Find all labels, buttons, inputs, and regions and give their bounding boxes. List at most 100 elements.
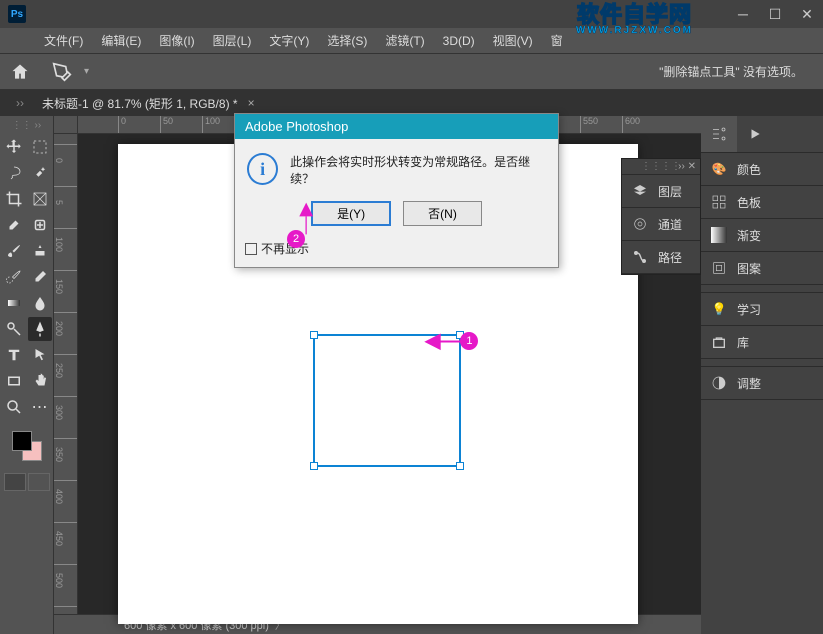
annotation-1: ◀— 1: [425, 328, 478, 353]
arrow-icon: ◀—: [425, 328, 460, 353]
panel-patterns[interactable]: 图案: [701, 252, 823, 285]
rectangle-tool[interactable]: [2, 369, 26, 393]
document-tab[interactable]: 未标题-1 @ 81.7% (矩形 1, RGB/8) *: [34, 91, 246, 116]
transform-handle[interactable]: [310, 331, 318, 339]
flyout-paths[interactable]: 路径: [622, 241, 700, 274]
flyout-grip-icon[interactable]: ⋮⋮⋮⋮›› ✕: [622, 159, 700, 175]
zoom-tool[interactable]: [2, 395, 26, 419]
panel-label: 色板: [737, 194, 761, 211]
edit-toolbar[interactable]: ⋯: [28, 395, 52, 419]
dialog-message: 此操作会将实时形状转变为常规路径。是否继续？: [290, 153, 546, 187]
history-brush-tool[interactable]: [2, 265, 26, 289]
panel-label: 图层: [658, 183, 682, 200]
menu-edit[interactable]: 编辑(E): [93, 30, 149, 51]
panel-gradients[interactable]: 渐变: [701, 219, 823, 252]
ps-logo: Ps: [8, 5, 26, 23]
panel-learn[interactable]: 💡学习: [701, 293, 823, 326]
screenmode-btn[interactable]: [28, 473, 50, 491]
panel-label: 渐变: [737, 227, 761, 244]
ruler-corner[interactable]: [54, 116, 78, 134]
tab-close-icon[interactable]: ×: [248, 96, 255, 110]
panel-libraries[interactable]: 库: [701, 326, 823, 359]
dont-show-checkbox[interactable]: [245, 243, 257, 255]
path-select-tool[interactable]: [28, 343, 52, 367]
home-icon[interactable]: [10, 62, 30, 82]
eyedropper-tool[interactable]: [2, 213, 26, 237]
transform-handle[interactable]: [456, 462, 464, 470]
menu-type[interactable]: 文字(Y): [261, 30, 317, 51]
flyout-layers[interactable]: 图层: [622, 175, 700, 208]
eraser-tool[interactable]: [28, 265, 52, 289]
menu-view[interactable]: 视图(V): [485, 30, 541, 51]
no-button[interactable]: 否(N): [403, 201, 482, 226]
menu-image[interactable]: 图像(I): [151, 30, 202, 51]
magic-wand-tool[interactable]: [28, 161, 52, 185]
flyout-channels[interactable]: 通道: [622, 208, 700, 241]
foreground-color[interactable]: [12, 431, 32, 451]
panel-flyout: ⋮⋮⋮⋮›› ✕ 图层 通道 路径: [621, 158, 701, 275]
frame-tool[interactable]: [28, 187, 52, 211]
pen-preset-icon[interactable]: [50, 62, 74, 82]
clone-stamp-tool[interactable]: [28, 239, 52, 263]
minimize-button[interactable]: ─: [727, 0, 759, 28]
panel-label: 路径: [658, 249, 682, 266]
watermark-url: WWW.RJZXW.COM: [576, 26, 693, 36]
menu-select[interactable]: 选择(S): [319, 30, 375, 51]
rectangle-shape[interactable]: [313, 334, 461, 467]
gradient-tool[interactable]: [2, 291, 26, 315]
confirm-dialog: Adobe Photoshop i 此操作会将实时形状转变为常规路径。是否继续？…: [234, 113, 559, 268]
maximize-button[interactable]: ☐: [759, 0, 791, 28]
panel-label: 学习: [737, 301, 761, 318]
brush-tool[interactable]: [2, 239, 26, 263]
menu-3d[interactable]: 3D(D): [435, 32, 483, 50]
grid-icon: [709, 192, 729, 212]
paths-icon: [630, 247, 650, 267]
panel-tab-icon[interactable]: [701, 116, 737, 152]
blur-tool[interactable]: [28, 291, 52, 315]
panel-tab-play-icon[interactable]: [737, 116, 773, 152]
dialog-title[interactable]: Adobe Photoshop: [235, 114, 558, 139]
panel-color[interactable]: 🎨 颜色: [701, 153, 823, 186]
panel-label: 颜色: [737, 161, 761, 178]
quickmask-btn[interactable]: [4, 473, 26, 491]
menu-file[interactable]: 文件(F): [36, 30, 91, 51]
annotation-number: 1: [460, 332, 478, 350]
menu-layer[interactable]: 图层(L): [205, 30, 260, 51]
tools-panel: ⋮⋮ ›› ⋯: [0, 116, 54, 634]
lasso-tool[interactable]: [2, 161, 26, 185]
yes-button[interactable]: 是(Y): [311, 201, 391, 226]
transform-handle[interactable]: [310, 462, 318, 470]
panel-label: 调整: [737, 375, 761, 392]
gradient-icon: [709, 225, 729, 245]
watermark: 软件自学网 WWW.RJZXW.COM: [576, 4, 693, 36]
panel-label: 图案: [737, 260, 761, 277]
hand-tool[interactable]: [28, 369, 52, 393]
right-panels: 🎨 颜色 色板 渐变 图案 💡学习 库 调整: [701, 116, 823, 634]
close-button[interactable]: ✕: [791, 0, 823, 28]
type-tool[interactable]: [2, 343, 26, 367]
marquee-tool[interactable]: [28, 135, 52, 159]
panel-label: 库: [737, 334, 749, 351]
options-text: "删除锚点工具" 没有选项。: [659, 63, 803, 80]
vertical-ruler[interactable]: 05100150200250300350400450500550: [54, 134, 78, 614]
panel-adjustments[interactable]: 调整: [701, 367, 823, 400]
tab-expand-icon[interactable]: ››: [16, 96, 24, 110]
crop-tool[interactable]: [2, 187, 26, 211]
options-bar: ▾ "删除锚点工具" 没有选项。: [0, 54, 823, 90]
panel-grip-icon[interactable]: ⋮⋮ ››: [12, 120, 41, 131]
panel-label: 通道: [658, 216, 682, 233]
move-tool[interactable]: [2, 135, 26, 159]
menu-filter[interactable]: 滤镜(T): [377, 30, 432, 51]
pattern-icon: [709, 258, 729, 278]
layers-icon: [630, 181, 650, 201]
menu-window[interactable]: 窗: [543, 30, 571, 51]
healing-tool[interactable]: [28, 213, 52, 237]
channels-icon: [630, 214, 650, 234]
menubar: 文件(F) 编辑(E) 图像(I) 图层(L) 文字(Y) 选择(S) 滤镜(T…: [0, 28, 823, 54]
pen-tool[interactable]: [28, 317, 52, 341]
panel-swatches[interactable]: 色板: [701, 186, 823, 219]
dodge-tool[interactable]: [2, 317, 26, 341]
palette-icon: 🎨: [709, 159, 729, 179]
watermark-text: 软件自学网: [576, 4, 693, 26]
color-swatches[interactable]: [12, 431, 42, 461]
